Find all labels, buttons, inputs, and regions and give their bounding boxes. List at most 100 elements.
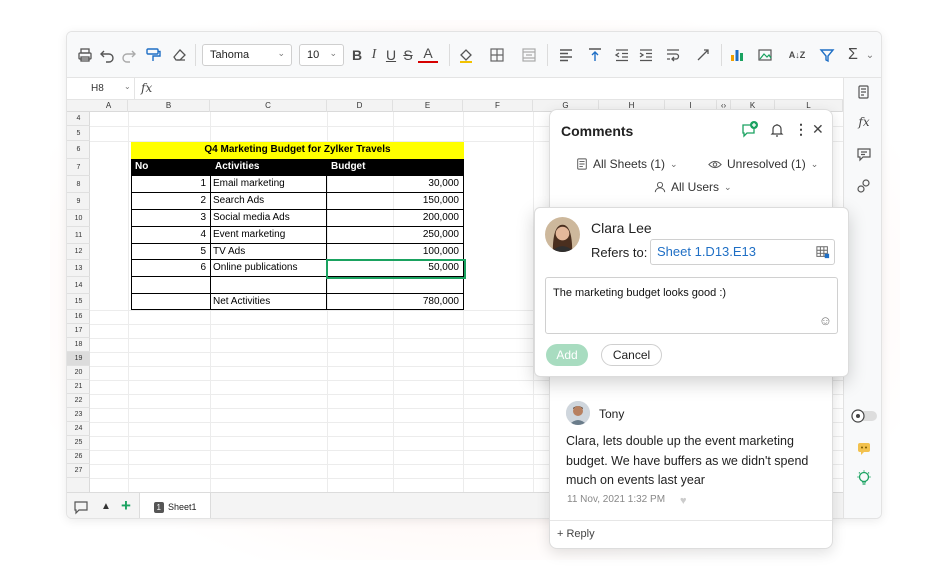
row-header[interactable]: 13: [67, 260, 90, 277]
row-header[interactable]: 20: [67, 366, 90, 380]
vertical-align-icon[interactable]: [583, 45, 607, 65]
column-header[interactable]: B: [128, 100, 210, 112]
strikethrough-button[interactable]: S: [400, 45, 416, 65]
cell-activity[interactable]: Online publications: [211, 260, 327, 277]
zia-bulb-icon[interactable]: [854, 468, 874, 488]
cell-budget[interactable]: 150,000: [327, 193, 464, 210]
column-header[interactable]: E: [393, 100, 463, 112]
font-size-select[interactable]: 10 ⌄: [299, 44, 344, 66]
cell-no[interactable]: 2: [131, 193, 211, 210]
decrease-indent-icon[interactable]: [612, 45, 632, 65]
cell-no[interactable]: 3: [131, 210, 211, 227]
reply-link[interactable]: + Reply: [557, 528, 595, 540]
redo-icon[interactable]: [119, 45, 139, 65]
bold-button[interactable]: B: [349, 45, 365, 65]
close-icon[interactable]: ✕: [812, 121, 824, 138]
refers-to-input[interactable]: Sheet 1.D13.E13: [650, 239, 835, 265]
chart-icon[interactable]: [727, 45, 747, 65]
cell-budget[interactable]: 250,000: [327, 227, 464, 244]
increase-indent-icon[interactable]: [636, 45, 656, 65]
row-header[interactable]: 15: [67, 294, 90, 310]
table-header-activities[interactable]: Activities: [211, 159, 327, 176]
fx-icon[interactable]: fx: [854, 112, 874, 132]
emoji-icon[interactable]: ☺: [819, 313, 832, 328]
align-left-icon[interactable]: [554, 45, 578, 65]
status-filter-dropdown[interactable]: Unresolved (1) ⌄: [708, 157, 818, 171]
cell-name-box[interactable]: H8 ⌄: [67, 78, 135, 99]
comments-icon[interactable]: [854, 144, 874, 164]
image-icon[interactable]: [753, 45, 777, 65]
sheet-filter-dropdown[interactable]: All Sheets (1) ⌄: [576, 157, 678, 171]
row-header[interactable]: 7: [67, 159, 90, 176]
filter-icon[interactable]: [815, 45, 839, 65]
print-icon[interactable]: [75, 45, 95, 65]
row-header[interactable]: 26: [67, 450, 90, 464]
row-header[interactable]: 10: [67, 210, 90, 227]
cell-activity[interactable]: Search Ads: [211, 193, 327, 210]
italic-button[interactable]: I: [366, 45, 382, 65]
text-rotate-icon[interactable]: [691, 45, 715, 65]
chat-icon[interactable]: [73, 499, 89, 515]
column-header[interactable]: F: [463, 100, 533, 112]
cell-budget[interactable]: 30,000: [327, 176, 464, 193]
new-comment-icon[interactable]: [741, 121, 759, 139]
row-header[interactable]: 4: [67, 112, 90, 126]
users-filter-dropdown[interactable]: All Users ⌄: [654, 180, 732, 194]
row-header[interactable]: 11: [67, 227, 90, 244]
row-header[interactable]: 18: [67, 338, 90, 352]
row-header[interactable]: 17: [67, 324, 90, 338]
row-header[interactable]: 9: [67, 193, 90, 210]
row-header[interactable]: 23: [67, 408, 90, 422]
table-title[interactable]: Q4 Marketing Budget for Zylker Travels: [131, 142, 464, 159]
chevron-down-icon[interactable]: ⌄: [863, 45, 877, 65]
column-header[interactable]: D: [327, 100, 393, 112]
cell-activity[interactable]: TV Ads: [211, 244, 327, 260]
notification-bell-icon[interactable]: [769, 122, 785, 138]
cell-empty[interactable]: [131, 277, 211, 294]
undo-icon[interactable]: [97, 45, 117, 65]
row-header[interactable]: 21: [67, 380, 90, 394]
row-header[interactable]: 24: [67, 422, 90, 436]
select-range-icon[interactable]: [816, 245, 830, 259]
table-header-no[interactable]: No: [131, 159, 211, 176]
cell-activity[interactable]: Event marketing: [211, 227, 327, 244]
row-header[interactable]: 5: [67, 126, 90, 141]
sheet-list-icon[interactable]: ▲: [101, 501, 111, 512]
underline-button[interactable]: U: [383, 45, 399, 65]
cell-activity[interactable]: Social media Ads: [211, 210, 327, 227]
data-panel-icon[interactable]: [854, 82, 874, 102]
cell-empty[interactable]: [211, 277, 327, 294]
add-button[interactable]: Add: [546, 344, 588, 366]
row-header[interactable]: 22: [67, 394, 90, 408]
theme-toggle[interactable]: [850, 406, 878, 426]
font-color-button[interactable]: A: [418, 45, 438, 63]
font-name-select[interactable]: Tahoma ⌄: [202, 44, 292, 66]
cancel-button[interactable]: Cancel: [601, 344, 662, 366]
cell-net-value[interactable]: 780,000: [327, 294, 464, 310]
sheet-tab[interactable]: 1 Sheet1: [139, 493, 211, 518]
column-header[interactable]: A: [90, 100, 128, 112]
more-options-icon[interactable]: ⋮: [794, 121, 808, 138]
feedback-icon[interactable]: [854, 438, 874, 458]
cell-net-label[interactable]: Net Activities: [211, 294, 327, 310]
paint-format-icon[interactable]: [143, 45, 163, 65]
cell-activity[interactable]: Email marketing: [211, 176, 327, 193]
row-header[interactable]: 25: [67, 436, 90, 450]
cell-budget[interactable]: 100,000: [327, 244, 464, 260]
row-header[interactable]: 27: [67, 464, 90, 478]
row-header[interactable]: 6: [67, 141, 90, 159]
sum-icon[interactable]: Σ: [843, 45, 863, 65]
cell-no[interactable]: 6: [131, 260, 211, 277]
text-wrap-icon[interactable]: [661, 45, 685, 65]
cell-no[interactable]: 5: [131, 244, 211, 260]
cell-no[interactable]: 4: [131, 227, 211, 244]
merge-cells-icon[interactable]: [517, 45, 541, 65]
cell-no[interactable]: 1: [131, 176, 211, 193]
row-header[interactable]: 14: [67, 277, 90, 294]
sort-button[interactable]: A↓Z: [785, 45, 809, 65]
row-header[interactable]: 19: [67, 352, 90, 366]
table-header-budget[interactable]: Budget: [327, 159, 464, 176]
borders-icon[interactable]: [485, 45, 509, 65]
row-header[interactable]: 12: [67, 244, 90, 260]
cell-empty[interactable]: [131, 294, 211, 310]
